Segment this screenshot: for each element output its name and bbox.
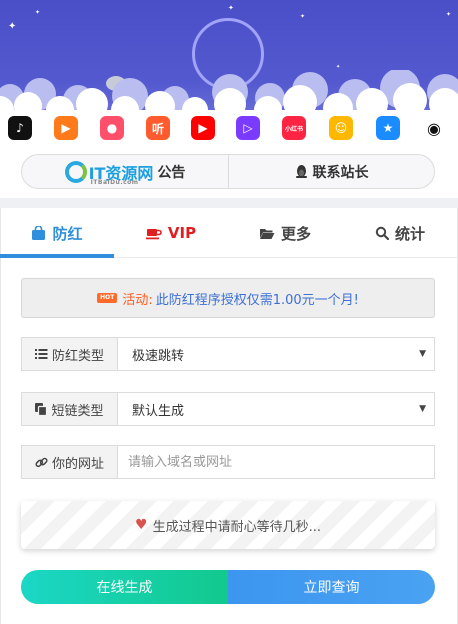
star-icon: ✦ [35,9,41,16]
heart-icon: ♥ [135,517,148,533]
anti-block-type-value: 极速跳转 [132,348,185,364]
generate-online-button[interactable]: 在线生成 [21,570,228,604]
action-button-group: 在线生成 立即查询 [21,570,435,604]
video-app-icon[interactable]: ▷ [236,116,260,140]
anti-block-type-text: 防红类型 [51,348,104,364]
wait-message: 生成过程中请耐心等待几秒... [152,519,321,535]
shortlink-type-text: 短链类型 [51,403,104,419]
coffee-cup-icon [145,227,162,240]
url-label-text: 你的网址 [51,456,104,472]
tab-label: VIP [167,224,197,242]
anti-block-type-select[interactable]: 极速跳转 ▼ [118,338,434,370]
chevron-down-icon: ▼ [419,404,426,414]
star-icon: ✦ [446,11,452,18]
tab-anti-block[interactable]: 防红 [0,208,114,258]
search-icon [375,226,389,240]
huoshan-app-icon[interactable]: 听 [146,116,170,140]
query-now-button[interactable]: 立即查询 [228,570,435,604]
tab-stats[interactable]: 统计 [342,208,458,258]
notice-text: 此防红程序授权仅需1.00元一个月! [155,292,359,308]
star-icon: ✦ [8,21,17,32]
folder-open-icon [259,227,275,240]
url-input[interactable] [118,446,434,478]
shopping-bag-icon [31,226,46,240]
logo-ring-icon [64,160,87,183]
header-pill: IT资源网 ITBaiDu.com 公告 联系站长 [21,154,435,189]
platform-icon-strip: ♪ ▶ ● 听 ▶ ▷ 小红书 ☺ ★ ◉ [0,116,458,142]
anti-block-type-label: 防红类型 [22,338,118,370]
star-icon: ✦ [300,13,306,20]
progress-message-box: ♥ 生成过程中请耐心等待几秒... [21,501,435,549]
shortlink-type-label: 短链类型 [22,393,118,425]
announcement-button[interactable]: IT资源网 ITBaiDu.com 公告 [22,155,228,188]
activity-notice: HOT 活动: 此防红程序授权仅需1.00元一个月! [21,278,435,318]
meme-app-icon[interactable]: ☺ [329,116,353,140]
xiaohongshu-app-icon[interactable]: 小红书 [282,116,306,140]
clouds-layer [0,70,458,120]
contact-admin-label: 联系站长 [312,164,369,181]
star-icon: ✦ [228,4,234,12]
url-label: 你的网址 [22,446,118,478]
youtube-app-icon[interactable]: ▶ [191,116,215,140]
pipixia-app-icon[interactable]: ● [100,116,124,140]
tab-vip[interactable]: VIP [114,208,228,258]
site-logo: IT资源网 ITBaiDu.com [64,160,153,186]
shortlink-type-row: 短链类型 默认生成 ▼ [21,392,435,426]
contact-admin-button[interactable]: 联系站长 [228,155,434,188]
shortlink-type-value: 默认生成 [132,403,185,419]
notice-label: 活动: [122,292,153,308]
qq-penguin-icon [295,164,308,179]
announcement-label: 公告 [157,164,186,181]
url-row: 你的网址 [21,445,435,479]
copy-icon [35,402,48,416]
section-separator [0,198,458,208]
link-icon [35,456,48,469]
tab-label: 更多 [280,224,311,243]
tab-more[interactable]: 更多 [228,208,342,258]
favorite-app-icon[interactable]: ★ [376,116,400,140]
chevron-down-icon: ▼ [419,349,426,359]
active-tab-indicator [0,254,114,258]
douyin-app-icon[interactable]: ♪ [8,116,32,140]
tab-bar: 防红 VIP 更多 统计 [0,208,458,258]
shortlink-type-select[interactable]: 默认生成 ▼ [118,393,434,425]
tab-label: 防红 [52,224,83,243]
hot-badge: HOT [97,293,118,303]
qq-app-icon[interactable]: ◉ [422,116,446,140]
logo-subtext: ITBaiDu.com [90,178,139,186]
list-icon [34,348,48,360]
tab-label: 统计 [394,224,425,243]
anti-block-type-row: 防红类型 极速跳转 ▼ [21,337,435,371]
kuaishou-app-icon[interactable]: ▶ [54,116,78,140]
